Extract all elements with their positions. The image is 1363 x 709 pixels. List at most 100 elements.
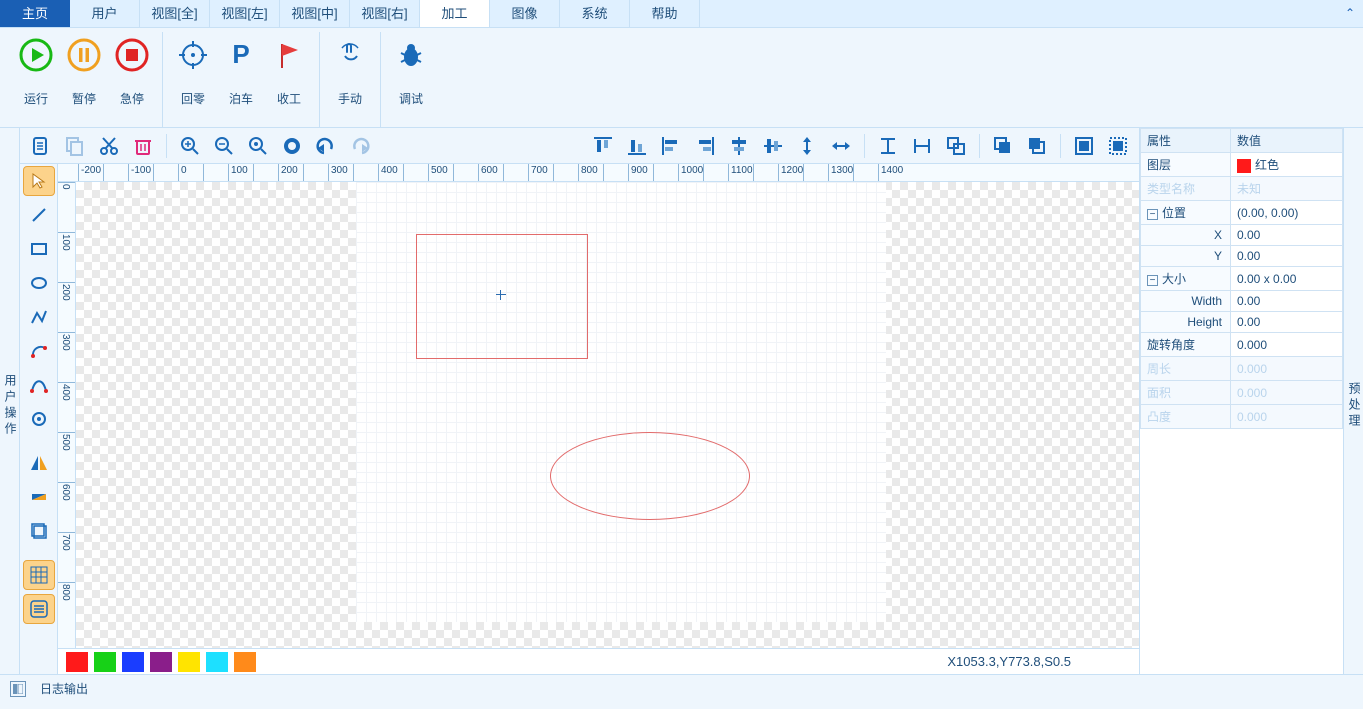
ellipse-tool[interactable] (23, 268, 55, 298)
log-label[interactable]: 日志输出 (40, 680, 88, 697)
menu-tab-help[interactable]: 帮助 (630, 0, 700, 27)
group-button[interactable] (1071, 133, 1097, 159)
collapse-icon[interactable]: − (1147, 275, 1158, 286)
log-panel-toggle[interactable] (10, 681, 26, 697)
align-bottom-button[interactable] (624, 133, 650, 159)
rect-tool[interactable] (23, 234, 55, 264)
same-height-button[interactable] (875, 133, 901, 159)
play-icon (19, 38, 53, 72)
line-tool[interactable] (23, 200, 55, 230)
menu-tab-user[interactable]: 用户 (70, 0, 140, 27)
estop-button[interactable]: 急停 (108, 32, 156, 107)
delete-button[interactable] (130, 133, 156, 159)
same-size-button[interactable] (943, 133, 969, 159)
menu-tab-system[interactable]: 系统 (560, 0, 630, 27)
prop-tu-val: 0.000 (1231, 405, 1343, 429)
list-tool[interactable] (23, 594, 55, 624)
select-tool[interactable] (23, 166, 55, 196)
canvas-stage[interactable] (76, 182, 1139, 648)
shape-ellipse[interactable] (550, 432, 750, 520)
dist-h-button[interactable] (828, 133, 854, 159)
undo-button[interactable] (313, 133, 339, 159)
align-hcenter-button[interactable] (726, 133, 752, 159)
prop-type-key: 类型名称 (1141, 177, 1231, 201)
align-vcenter-button[interactable] (760, 133, 786, 159)
prop-area-key: 面积 (1141, 381, 1231, 405)
color-swatch[interactable] (206, 652, 228, 672)
menu-tab-view-all[interactable]: 视图[全] (140, 0, 210, 27)
ungroup-button[interactable] (1105, 133, 1131, 159)
ungroup-icon (1107, 135, 1129, 157)
color-swatch[interactable] (234, 652, 256, 672)
prop-w-val[interactable]: 0.00 (1231, 291, 1343, 312)
copy-button[interactable] (62, 133, 88, 159)
align-right-button[interactable] (692, 133, 718, 159)
color-swatch[interactable] (66, 652, 88, 672)
stop-icon (115, 38, 149, 72)
zoom-in-button[interactable] (177, 133, 203, 159)
home-button[interactable]: 回零 (169, 32, 217, 107)
menu-tab-home[interactable]: 主页 (0, 0, 70, 27)
paste-button[interactable] (28, 133, 54, 159)
color-swatch[interactable] (94, 652, 116, 672)
prop-h-val[interactable]: 0.00 (1231, 312, 1343, 333)
collapse-ribbon-icon[interactable]: ⌃ (1337, 0, 1363, 27)
mirror-tool[interactable] (23, 448, 55, 478)
color-swatch[interactable] (178, 652, 200, 672)
color-swatch[interactable] (150, 652, 172, 672)
zoom-fit-icon (247, 135, 269, 157)
prop-x-key: X (1141, 225, 1231, 246)
align-left-button[interactable] (658, 133, 684, 159)
menu-tab-view-right[interactable]: 视图[右] (350, 0, 420, 27)
prop-y-val[interactable]: 0.00 (1231, 246, 1343, 267)
redo-button[interactable] (347, 133, 373, 159)
point-tool[interactable] (23, 404, 55, 434)
run-button[interactable]: 运行 (12, 32, 60, 107)
color-swatch[interactable] (122, 652, 144, 672)
finish-button[interactable]: 收工 (265, 32, 313, 107)
same-width-button[interactable] (909, 133, 935, 159)
group-icon (1073, 135, 1095, 157)
zoom-in-icon (179, 135, 201, 157)
align-top-button[interactable] (590, 133, 616, 159)
zoom-actual-button[interactable] (279, 133, 305, 159)
zoom-out-button[interactable] (211, 133, 237, 159)
prop-area-val: 0.000 (1231, 381, 1343, 405)
flip-tool[interactable] (23, 482, 55, 512)
pause-button[interactable]: 暂停 (60, 32, 108, 107)
grid-tool[interactable] (23, 560, 55, 590)
flip-icon (29, 487, 49, 507)
prop-x-val[interactable]: 0.00 (1231, 225, 1343, 246)
left-panel-toggle[interactable]: 用户操作 (0, 128, 20, 674)
zoom-fit-button[interactable] (245, 133, 271, 159)
prop-size-key[interactable]: −大小 (1141, 267, 1231, 291)
prop-rot-val[interactable]: 0.000 (1231, 333, 1343, 357)
canvas-area: -200-10001002003004005006007008009001000… (58, 164, 1139, 674)
park-button[interactable]: P 泊车 (217, 32, 265, 107)
separator (979, 134, 980, 158)
manual-button[interactable]: 手动 (326, 32, 374, 107)
paste-icon (30, 135, 52, 157)
properties-panel: 属性数值 图层红色 类型名称未知 −位置(0.00, 0.00) X0.00 Y… (1139, 128, 1343, 674)
prop-layer-val[interactable]: 红色 (1231, 153, 1343, 177)
debug-button[interactable]: 调试 (387, 32, 435, 107)
menu-tab-process[interactable]: 加工 (420, 0, 490, 27)
layers-tool[interactable] (23, 516, 55, 546)
send-back-button[interactable] (1024, 133, 1050, 159)
vertical-ruler: 0100200300400500600700800 (58, 182, 76, 648)
cursor-coords: X1053.3,Y773.8,S0.5 (947, 654, 1071, 669)
prop-pos-val: (0.00, 0.00) (1231, 201, 1343, 225)
menu-tab-image[interactable]: 图像 (490, 0, 560, 27)
prop-pos-key[interactable]: −位置 (1141, 201, 1231, 225)
menu-tab-view-mid[interactable]: 视图[中] (280, 0, 350, 27)
cut-button[interactable] (96, 133, 122, 159)
bezier-tool[interactable] (23, 370, 55, 400)
bring-front-button[interactable] (990, 133, 1016, 159)
menu-tab-view-left[interactable]: 视图[左] (210, 0, 280, 27)
right-panel-toggle[interactable]: 预处理 (1343, 128, 1363, 674)
prop-header-value: 数值 (1231, 129, 1343, 153)
dist-v-button[interactable] (794, 133, 820, 159)
arc-tool[interactable] (23, 336, 55, 366)
polyline-tool[interactable] (23, 302, 55, 332)
collapse-icon[interactable]: − (1147, 209, 1158, 220)
